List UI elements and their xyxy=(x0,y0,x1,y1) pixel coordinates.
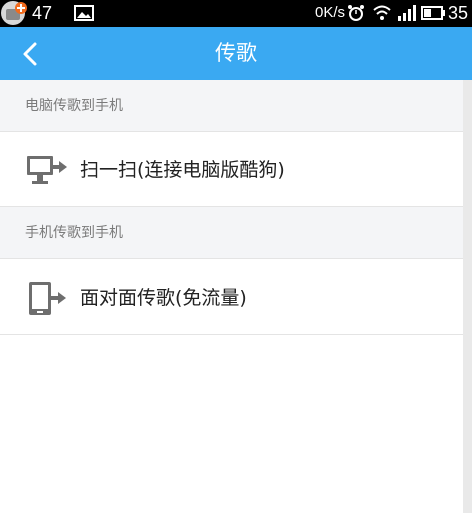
face-to-face-transfer-row[interactable]: 面对面传歌(免流量) xyxy=(0,261,463,335)
app-logo-icon xyxy=(1,1,27,25)
section-header-phone-to-phone: 手机传歌到手机 xyxy=(0,207,463,259)
scan-connect-pc-label: 扫一扫(连接电脑版酷狗) xyxy=(80,159,285,181)
section-header-pc-to-phone: 电脑传歌到手机 xyxy=(0,80,463,132)
alarm-icon xyxy=(348,5,364,21)
scan-connect-pc-row[interactable]: 扫一扫(连接电脑版酷狗) xyxy=(0,133,463,207)
image-icon xyxy=(74,5,94,21)
status-time: 47 xyxy=(32,3,53,23)
battery-level: 35 xyxy=(448,3,469,23)
battery-icon xyxy=(421,6,445,20)
back-button[interactable] xyxy=(8,27,52,80)
signal-icon xyxy=(398,5,416,21)
page-title: 传歌 xyxy=(215,41,257,65)
face-to-face-transfer-label: 面对面传歌(免流量) xyxy=(80,287,247,309)
computer-transfer-icon xyxy=(27,156,67,184)
network-speed: 0K/s xyxy=(315,4,346,21)
chevron-left-icon xyxy=(23,42,37,65)
scroll-edge xyxy=(463,80,472,513)
empty-content-area xyxy=(0,338,463,513)
status-bar: 47 0K/s 35 xyxy=(0,0,472,27)
wifi-icon xyxy=(373,5,391,20)
title-bar: 传歌 xyxy=(0,27,472,80)
phone-transfer-icon xyxy=(29,282,66,315)
